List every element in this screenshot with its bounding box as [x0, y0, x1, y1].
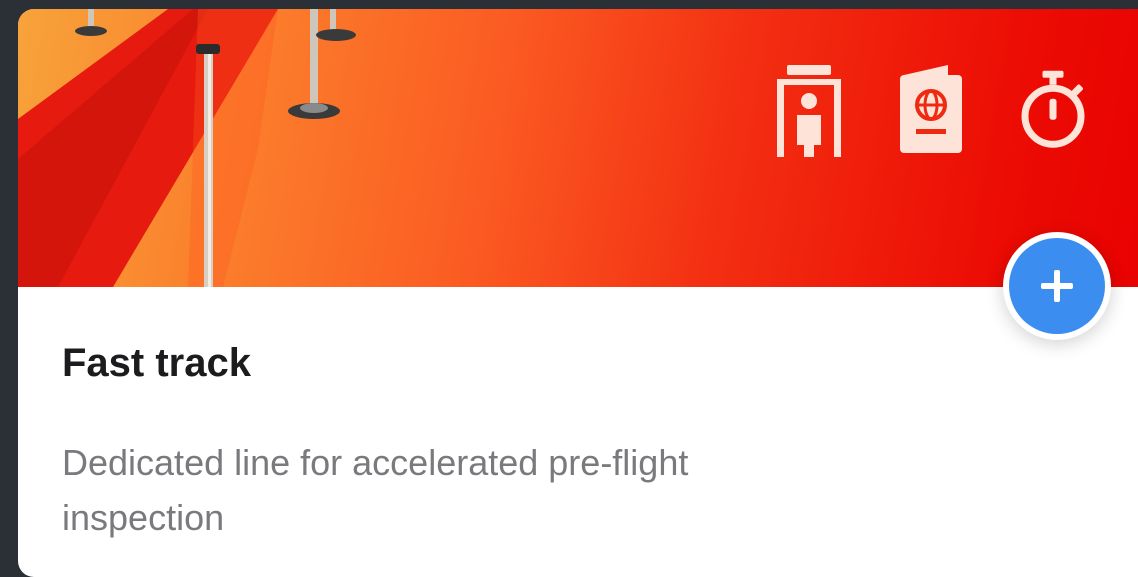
add-button[interactable]	[1003, 232, 1111, 340]
red-carpet-illustration	[18, 9, 356, 287]
hero-icon-row	[774, 65, 1088, 157]
passport-icon	[896, 65, 966, 157]
card-hero-image	[18, 9, 1138, 287]
card-content: Fast track Dedicated line for accelerate…	[62, 331, 862, 545]
add-button-circle[interactable]	[1009, 238, 1105, 334]
stopwatch-icon	[1018, 65, 1088, 157]
plus-icon	[1041, 270, 1073, 302]
security-scanner-icon	[774, 65, 844, 157]
card-title: Fast track	[62, 341, 251, 385]
service-card[interactable]: Fast track Dedicated line for accelerate…	[18, 9, 1138, 577]
card-description: Dedicated line for accelerated pre-fligh…	[62, 442, 689, 538]
